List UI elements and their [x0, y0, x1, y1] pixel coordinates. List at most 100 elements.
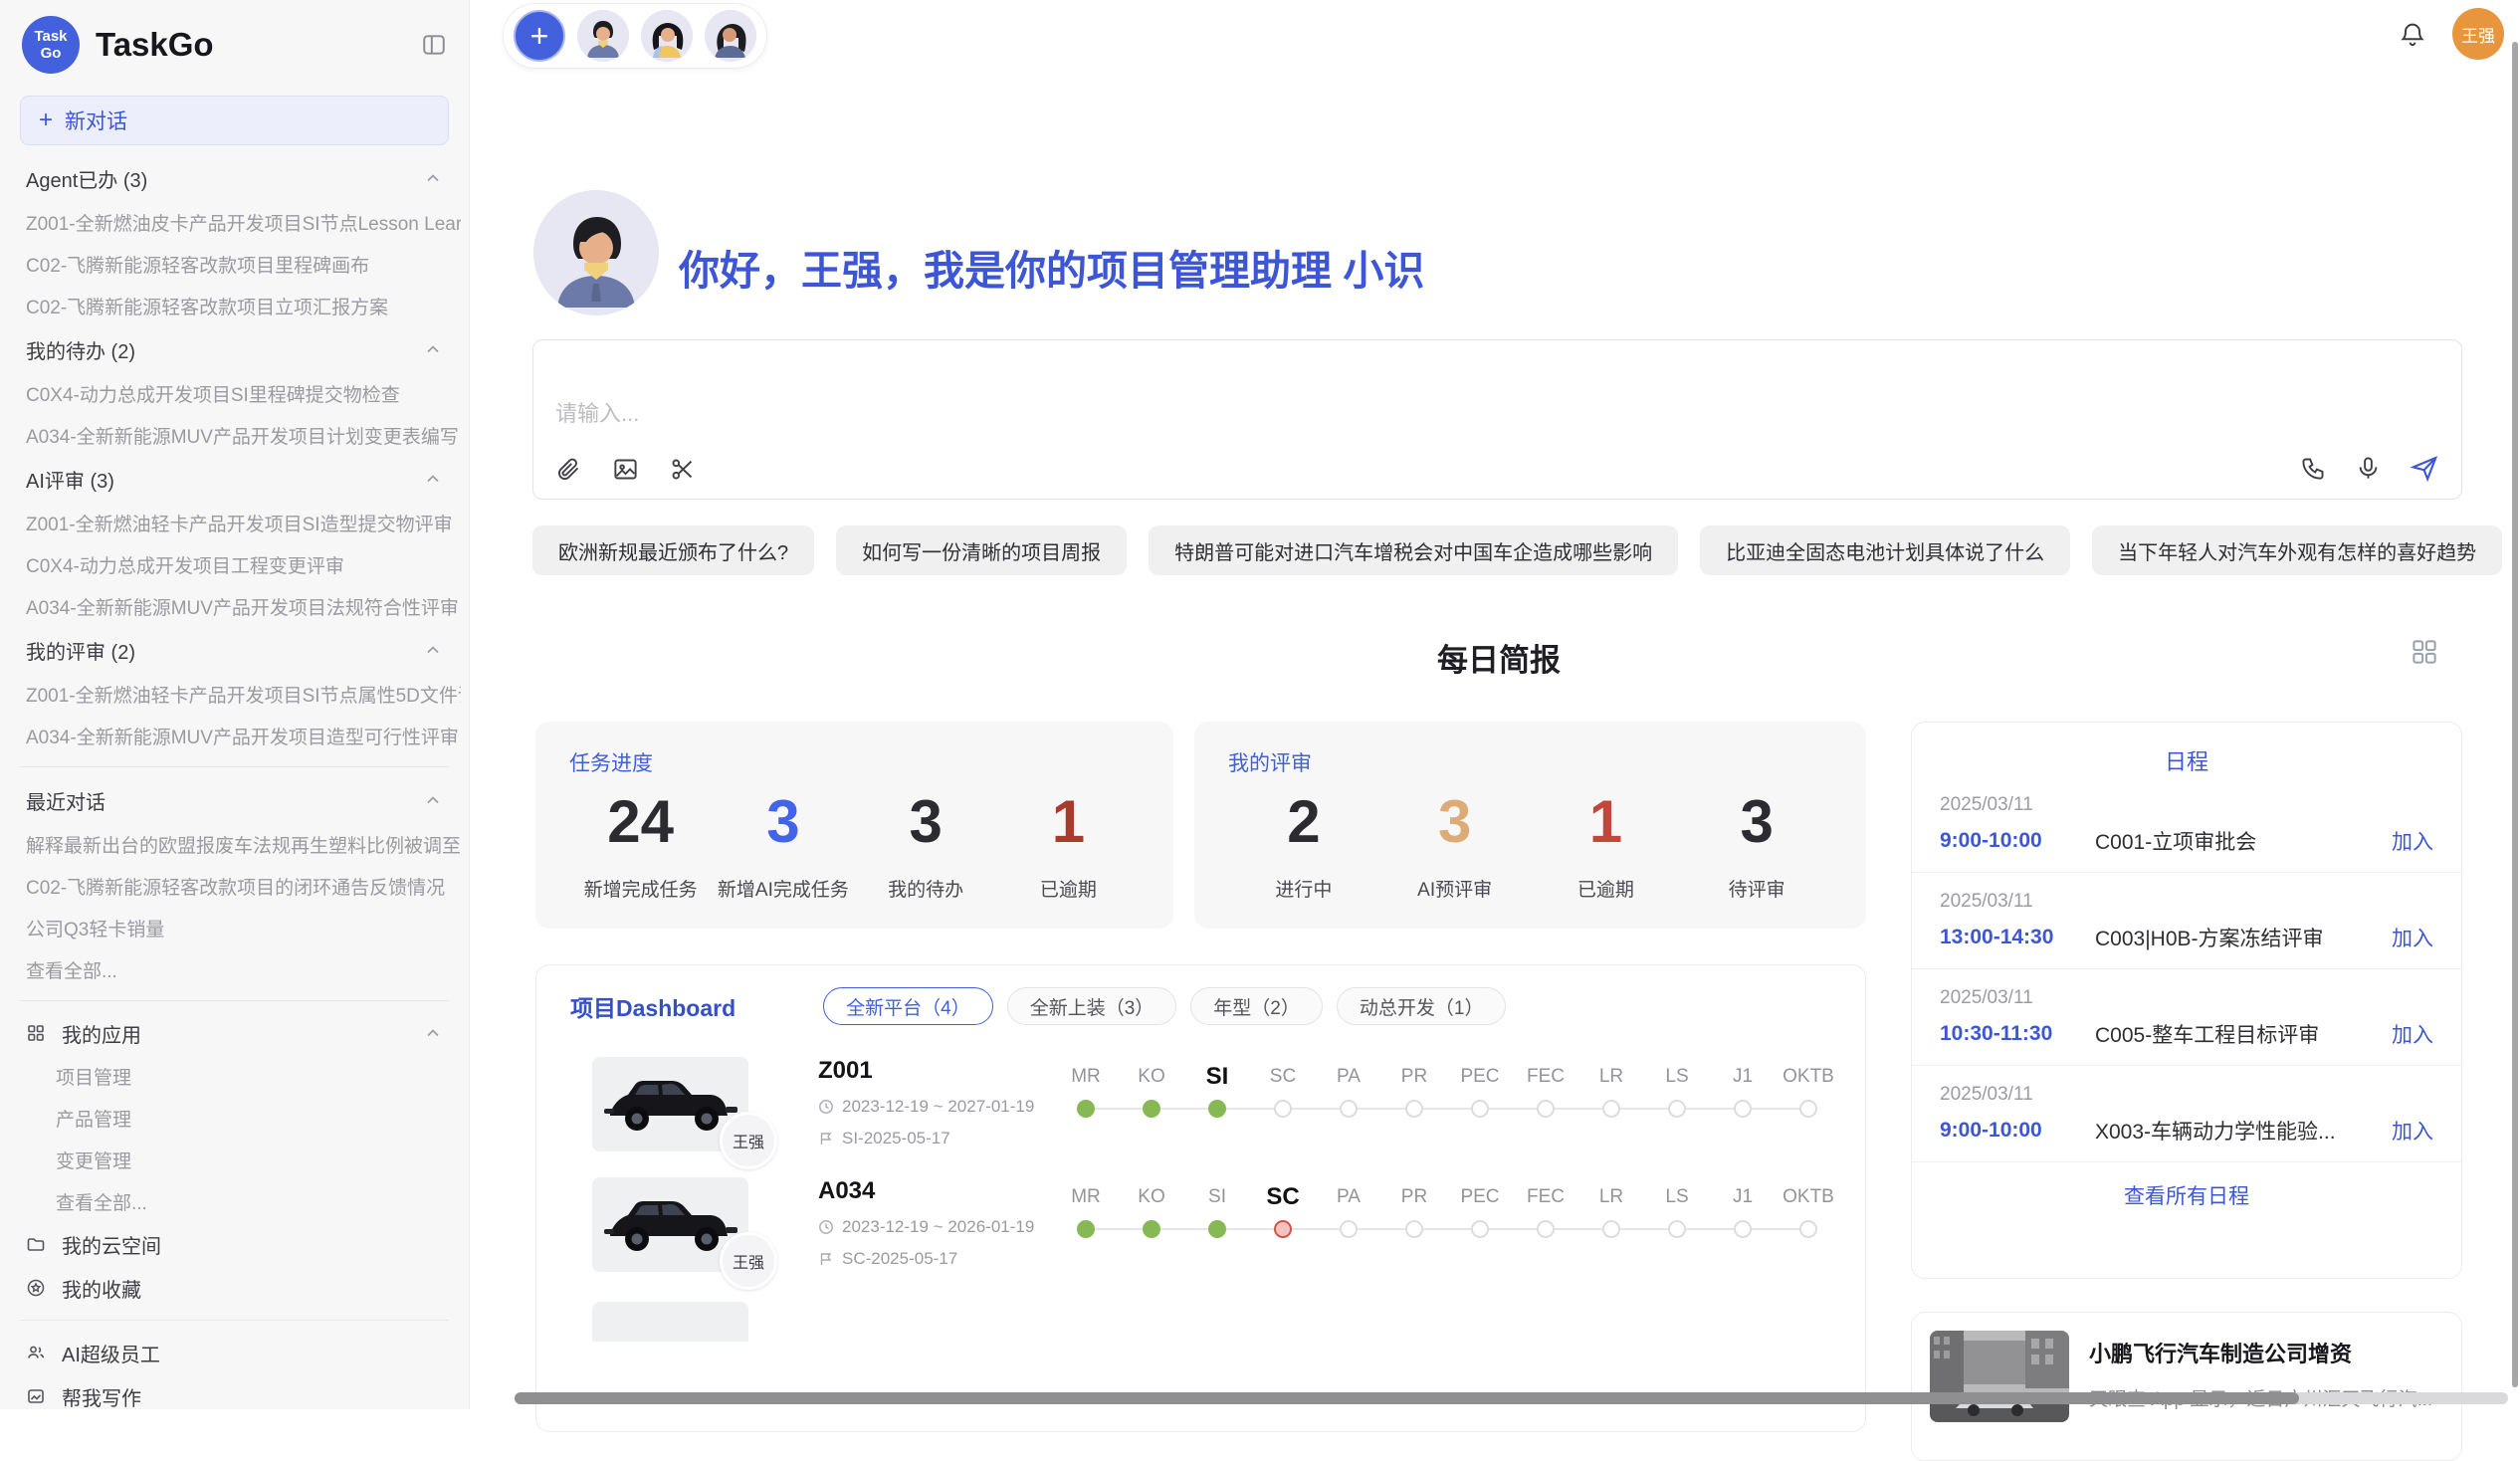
recent-chat-item[interactable]: 公司Q3轻卡销量: [8, 907, 461, 948]
milestone-dot-pending: [1340, 1100, 1358, 1118]
project-owner-avatar: 王强: [720, 1112, 777, 1169]
favorites-label: 我的收藏: [62, 1274, 141, 1303]
new-chat-button[interactable]: + 新对话: [20, 96, 449, 145]
horizontal-scrollbar-thumb[interactable]: [515, 1392, 2299, 1404]
avatar-agent-2[interactable]: [641, 10, 693, 62]
cloud-space-label: 我的云空间: [62, 1230, 161, 1259]
vertical-scrollbar[interactable]: [2512, 42, 2518, 1387]
app-item-project-mgmt[interactable]: 项目管理: [8, 1055, 461, 1097]
milestone-dot-pending: [1471, 1220, 1489, 1238]
event-time: 9:00-10:00: [1940, 1119, 2095, 1143]
section-header-agent-done[interactable]: Agent已办 (3): [8, 155, 461, 201]
suggestion-chip[interactable]: 欧洲新规最近颁布了什么?: [532, 525, 814, 575]
section-title: Agent已办 (3): [26, 164, 147, 193]
stat-new-ai-done-tasks: 3 新增AI完成任务: [712, 787, 854, 902]
image-icon[interactable]: [612, 456, 639, 483]
section-title: 我的评审 (2): [26, 636, 135, 665]
join-link[interactable]: 加入: [2392, 1116, 2433, 1146]
sidebar-item-my-apps[interactable]: 我的应用: [8, 1011, 461, 1055]
join-link[interactable]: 加入: [2392, 923, 2433, 952]
sidebar-item[interactable]: C0X4-动力总成开发项目SI里程碑提交物检查: [8, 372, 461, 414]
suggestion-chip[interactable]: 特朗普可能对进口汽车增税会对中国车企造成哪些影响: [1149, 525, 1678, 575]
sidebar-item[interactable]: C0X4-动力总成开发项目工程变更评审: [8, 543, 461, 585]
clock-icon: [818, 1099, 834, 1115]
project-row-a034[interactable]: 王强 A034 2023-12-19 ~ 2026-01-19 SC-2025-…: [536, 1151, 1865, 1272]
recent-chat-item[interactable]: C02-飞腾新能源轻客改款项目的闭环通告反馈情况: [8, 865, 461, 907]
message-composer[interactable]: 请输入...: [532, 339, 2462, 500]
sidebar-item[interactable]: C02-飞腾新能源轻客改款项目立项汇报方案: [8, 285, 461, 326]
daily-briefing-title: 每日简报: [535, 635, 2462, 680]
milestone-dot-pending: [1668, 1100, 1686, 1118]
microphone-icon[interactable]: [2355, 455, 2382, 482]
sidebar-item-favorites[interactable]: 我的收藏: [8, 1266, 461, 1310]
section-header-recent-chats[interactable]: 最近对话: [8, 777, 461, 823]
sidebar-item-cloud-space[interactable]: 我的云空间: [8, 1222, 461, 1266]
app-item-product-mgmt[interactable]: 产品管理: [8, 1097, 461, 1139]
user-avatar[interactable]: 王强: [2452, 8, 2504, 60]
event-time: 10:30-11:30: [1940, 1022, 2095, 1046]
apps-view-all[interactable]: 查看全部...: [8, 1180, 461, 1222]
avatar-agent-3[interactable]: [705, 10, 756, 62]
filter-new-body[interactable]: 全新上装（3）: [1007, 987, 1177, 1025]
filter-all-new-platform[interactable]: 全新平台（4）: [823, 987, 993, 1025]
project-row-z001[interactable]: 王强 Z001 2023-12-19 ~ 2027-01-19 SI-2025-…: [536, 1031, 1865, 1151]
suggestion-chip[interactable]: 如何写一份清晰的项目周报: [836, 525, 1127, 575]
chevron-up-icon: [423, 1023, 443, 1043]
milestone-dot-pending: [1602, 1220, 1620, 1238]
milestone-dot-pending: [1405, 1220, 1423, 1238]
section-header-my-review[interactable]: 我的评审 (2): [8, 627, 461, 673]
milestone-dot-alert: [1274, 1220, 1292, 1238]
sidebar-item[interactable]: C02-飞腾新能源轻客改款项目里程碑画布: [8, 243, 461, 285]
filter-year-model[interactable]: 年型（2）: [1190, 987, 1323, 1025]
sidebar-item[interactable]: A034-全新新能源MUV产品开发项目法规符合性评审: [8, 585, 461, 627]
filter-powertrain[interactable]: 动总开发（1）: [1337, 987, 1507, 1025]
chevron-up-icon: [423, 339, 443, 359]
project-date-range: 2023-12-19 ~ 2026-01-19: [842, 1217, 1034, 1237]
news-card[interactable]: 小鹏飞行汽车制造公司增资 天眼查 App 显示，近日广州汇天飞行汽...: [1911, 1312, 2462, 1461]
section-header-my-todo[interactable]: 我的待办 (2): [8, 326, 461, 372]
recent-view-all[interactable]: 查看全部...: [8, 948, 461, 990]
divider: [20, 766, 449, 767]
suggestion-chip[interactable]: 当下年轻人对汽车外观有怎样的喜好趋势: [2092, 525, 2502, 575]
notification-bell-icon[interactable]: [2399, 20, 2426, 48]
paperclip-icon[interactable]: [555, 456, 582, 483]
sidebar-item-ai-super-staff[interactable]: AI超级员工: [8, 1331, 461, 1374]
chevron-up-icon: [423, 469, 443, 489]
scissors-icon[interactable]: [669, 456, 696, 483]
sidebar-item[interactable]: A034-全新新能源MUV产品开发项目造型可行性评审: [8, 715, 461, 756]
event-name: C003|H0B-方案冻结评审: [2095, 923, 2392, 952]
flag-icon: [818, 1131, 834, 1147]
milestone-dot-done: [1208, 1220, 1226, 1238]
phone-icon[interactable]: [2300, 455, 2327, 482]
section-header-ai-review[interactable]: AI评审 (3): [8, 456, 461, 502]
add-agent-button[interactable]: +: [514, 10, 565, 62]
sidebar-item-help-write[interactable]: 帮我写作: [8, 1374, 461, 1409]
sidebar-collapse-icon[interactable]: [421, 32, 447, 58]
avatar-agent-1[interactable]: [577, 10, 629, 62]
sidebar-item[interactable]: Z001-全新燃油轻卡产品开发项目SI节点属性5D文件评审: [8, 673, 461, 715]
join-link[interactable]: 加入: [2392, 826, 2433, 856]
layout-grid-icon[interactable]: [2410, 637, 2439, 667]
my-review-card: 我的评审 2 进行中 3 AI预评审 1 已逾期 3 待评审: [1194, 722, 1866, 929]
recent-chat-item[interactable]: 解释最新出台的欧盟报废车法规再生塑料比例被调至15%...: [8, 823, 461, 865]
sidebar-item[interactable]: Z001-全新燃油皮卡产品开发项目SI节点Lesson Learn报告: [8, 201, 461, 243]
view-all-schedule-link[interactable]: 查看所有日程: [1912, 1162, 2461, 1230]
schedule-event: 2025/03/11 13:00-14:30 C003|H0B-方案冻结评审 加…: [1912, 873, 2461, 969]
sidebar-item[interactable]: Z001-全新燃油轻卡产品开发项目SI造型提交物评审: [8, 502, 461, 543]
chevron-up-icon: [423, 168, 443, 188]
project-current-node: SI-2025-05-17: [842, 1129, 950, 1148]
milestone-dot-pending: [1471, 1100, 1489, 1118]
divider: [20, 1000, 449, 1001]
sidebar-item[interactable]: A034-全新新能源MUV产品开发项目计划变更表编写: [8, 414, 461, 456]
stat-review-overdue: 1 已逾期: [1531, 787, 1682, 902]
plus-icon: +: [39, 106, 53, 134]
suggestion-chip[interactable]: 比亚迪全固态电池计划具体说了什么: [1700, 525, 2070, 575]
horizontal-scrollbar-track[interactable]: [515, 1392, 2508, 1404]
project-date-range: 2023-12-19 ~ 2027-01-19: [842, 1097, 1034, 1117]
event-time: 9:00-10:00: [1940, 829, 2095, 853]
app-item-change-mgmt[interactable]: 变更管理: [8, 1139, 461, 1180]
milestone-dot-pending: [1668, 1220, 1686, 1238]
send-icon[interactable]: [2410, 453, 2439, 483]
milestone-track: MR KO SI SC PA PR PEC FEC LR LS J1 OKTB: [1053, 1059, 1841, 1123]
join-link[interactable]: 加入: [2392, 1019, 2433, 1049]
